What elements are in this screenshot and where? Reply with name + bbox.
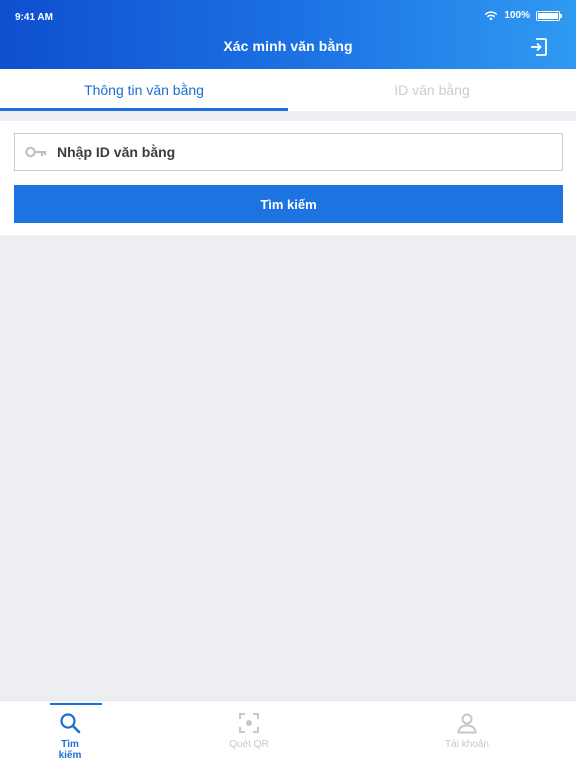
- diploma-id-input[interactable]: [57, 144, 537, 160]
- search-field-container[interactable]: [14, 133, 563, 171]
- status-time: 9:41 AM: [15, 12, 53, 23]
- battery-icon: [536, 10, 562, 21]
- results-area: [0, 235, 576, 700]
- active-nav-indicator: [50, 703, 102, 705]
- logout-icon[interactable]: [528, 37, 548, 57]
- search-button[interactable]: Tìm kiếm: [14, 185, 563, 223]
- nav-search[interactable]: Tìm kiếm: [0, 701, 140, 768]
- qr-scan-icon: [239, 713, 259, 733]
- app-header: 9:41 AM 100% Xác minh văn bằng: [0, 0, 576, 69]
- key-icon: [25, 146, 46, 158]
- search-icon: [60, 713, 81, 734]
- tab-diploma-info[interactable]: Thông tin văn bằng: [0, 69, 288, 111]
- nav-label-search: Tìm kiếm: [58, 739, 82, 761]
- page-title: Xác minh văn bằng: [223, 38, 353, 54]
- nav-account[interactable]: Tài khoản: [358, 701, 576, 768]
- search-panel: Tìm kiếm: [0, 121, 576, 235]
- user-icon: [457, 713, 477, 734]
- tab-bar: Thông tin văn bằng ID văn bằng: [0, 69, 576, 111]
- nav-scan-qr[interactable]: Quét QR: [140, 701, 358, 768]
- wifi-icon: [485, 11, 498, 21]
- nav-label-scan-qr: Quét QR: [229, 739, 269, 750]
- status-indicators: 100%: [484, 10, 562, 21]
- divider: [0, 111, 576, 121]
- tab-diploma-id[interactable]: ID văn bằng: [288, 69, 576, 111]
- nav-label-account: Tài khoản: [445, 739, 489, 750]
- bottom-nav: Tìm kiếm Quét QR Tài khoản: [0, 700, 576, 768]
- battery-percentage: 100%: [504, 10, 530, 21]
